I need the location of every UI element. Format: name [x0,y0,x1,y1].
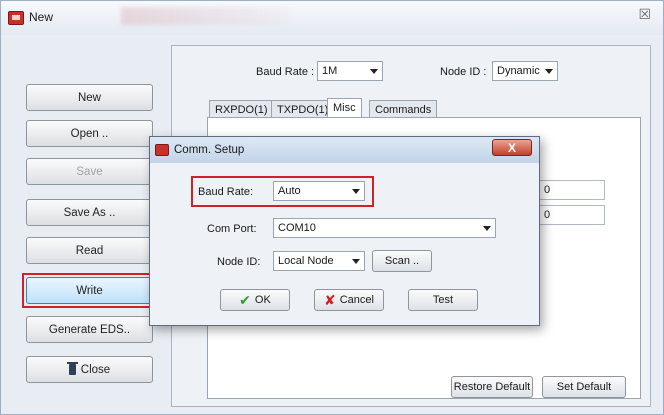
baud-rate-select[interactable]: 1M [317,61,383,81]
test-button[interactable]: Test [408,289,478,311]
dialog-title: Comm. Setup [174,144,245,156]
dialog-node-id-value: Local Node [278,255,334,267]
chevron-down-icon [545,69,553,74]
close-icon: X [507,140,516,155]
title-bar: New ☒ [1,1,663,35]
restore-default-button[interactable]: Restore Default [451,376,533,398]
node-id-label: Node ID : [440,66,487,78]
chevron-down-icon [352,259,360,264]
check-icon: ✔ [239,291,251,308]
write-button[interactable]: Write [26,277,153,304]
close-icon[interactable]: ☒ [638,6,651,23]
node-id-value: Dynamic [497,65,540,77]
close-button-label: Close [80,363,111,376]
generate-eds-button[interactable]: Generate EDS.. [26,316,153,343]
ok-button-label: OK [254,294,271,306]
open-button[interactable]: Open .. [26,120,153,147]
trash-icon [66,362,78,375]
save-button[interactable]: Save [26,158,153,185]
app-icon [155,144,169,156]
misc-field-1[interactable]: 0 [539,180,605,200]
node-id-select[interactable]: Dynamic [492,61,558,81]
save-as-button[interactable]: Save As .. [26,199,153,226]
cancel-x-icon: ✘ [324,291,336,308]
close-button[interactable]: Close [26,356,153,383]
set-default-button[interactable]: Set Default [542,376,626,398]
main-window: New ☒ New Open .. Save Save As .. Read W… [0,0,664,415]
com-port-value: COM10 [278,222,316,234]
dialog-baud-rate-value: Auto [278,185,301,197]
com-port-label: Com Port: [207,223,257,235]
dialog-baud-rate-select[interactable]: Auto [273,181,365,201]
scan-button[interactable]: Scan .. [372,250,432,272]
dialog-baud-rate-label: Baud Rate: [198,186,254,198]
chevron-down-icon [370,69,378,74]
window-title: New [29,10,54,24]
app-icon [8,11,24,25]
dialog-node-id-select[interactable]: Local Node [273,251,365,271]
baud-rate-value: 1M [322,65,338,77]
cancel-button-label: Cancel [339,294,374,306]
read-button[interactable]: Read [26,237,153,264]
dialog-close-button[interactable]: X [492,139,532,156]
misc-field-2[interactable]: 0 [539,205,605,225]
comm-setup-dialog: Comm. Setup X Baud Rate: Auto Com Port: … [149,136,540,326]
com-port-select[interactable]: COM10 [273,218,496,238]
ok-button[interactable]: ✔ OK [220,289,290,311]
baud-rate-label: Baud Rate : [256,66,315,78]
dialog-node-id-label: Node ID: [217,256,261,268]
chevron-down-icon [352,189,360,194]
dialog-title-bar: Comm. Setup X [150,137,539,163]
new-button[interactable]: New [26,84,153,111]
title-glare [121,7,291,25]
chevron-down-icon [483,226,491,231]
cancel-button[interactable]: ✘ Cancel [314,289,384,311]
